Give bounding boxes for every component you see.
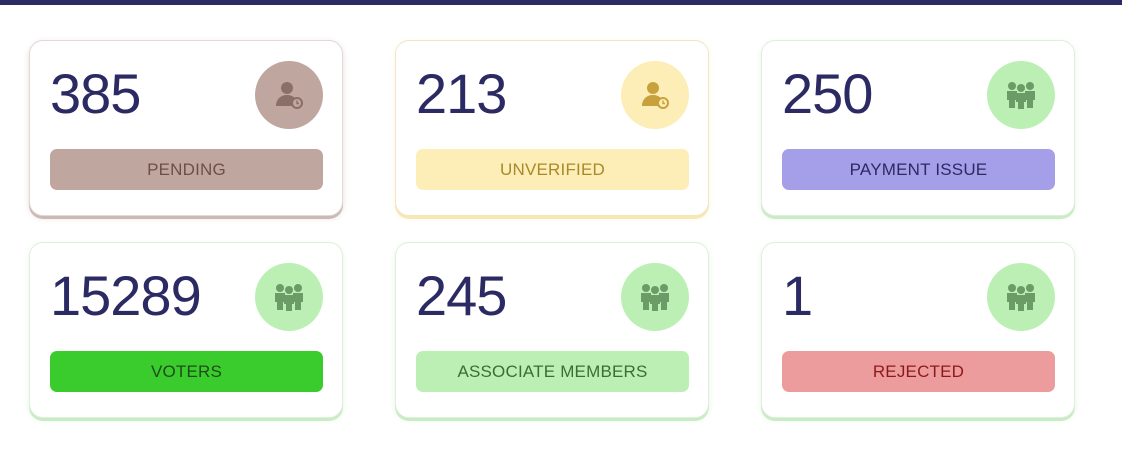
- stat-card-unverified[interactable]: 213 UNVERIFIED: [395, 40, 709, 216]
- status-label-payment-issue[interactable]: PAYMENT ISSUE: [782, 149, 1055, 190]
- group-icon: [621, 263, 689, 331]
- stat-count: 213: [416, 62, 507, 125]
- stat-card-associate-members[interactable]: 245 ASSOCIATE MEMBERS: [395, 242, 709, 418]
- stats-grid: 385 PENDING 213 UNVERIFIED 250 PAYMENT I…: [29, 40, 1075, 418]
- group-icon: [987, 263, 1055, 331]
- stat-card-voters[interactable]: 15289 VOTERS: [29, 242, 343, 418]
- stat-count: 245: [416, 264, 507, 327]
- group-icon: [987, 61, 1055, 129]
- status-label-pending[interactable]: PENDING: [50, 149, 323, 190]
- stat-card-pending[interactable]: 385 PENDING: [29, 40, 343, 216]
- group-icon: [255, 263, 323, 331]
- status-label-rejected[interactable]: REJECTED: [782, 351, 1055, 392]
- stat-count: 385: [50, 62, 141, 125]
- stat-count: 15289: [50, 264, 202, 327]
- top-accent-bar: [0, 0, 1122, 5]
- stat-card-rejected[interactable]: 1 REJECTED: [761, 242, 1075, 418]
- stat-card-payment-issue[interactable]: 250 PAYMENT ISSUE: [761, 40, 1075, 216]
- stat-count: 1: [782, 264, 813, 327]
- stat-count: 250: [782, 62, 873, 125]
- status-label-associate-members[interactable]: ASSOCIATE MEMBERS: [416, 351, 689, 392]
- status-label-voters[interactable]: VOTERS: [50, 351, 323, 392]
- user-clock-icon: [255, 61, 323, 129]
- user-clock-icon: [621, 61, 689, 129]
- status-label-unverified[interactable]: UNVERIFIED: [416, 149, 689, 190]
